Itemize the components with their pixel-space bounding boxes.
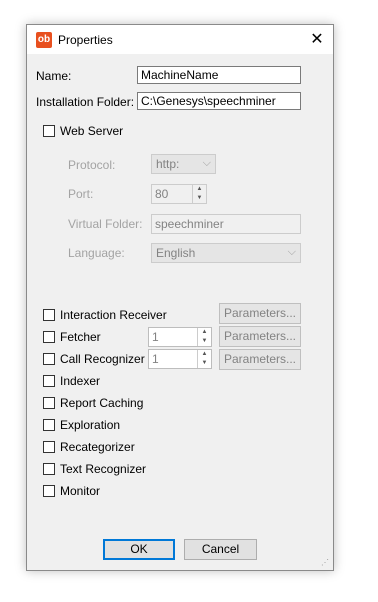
call-recognizer-stepper[interactable]: 1 ▲ ▼ (148, 349, 212, 369)
interaction-receiver-parameters-button[interactable]: Parameters... (219, 303, 301, 324)
cancel-button[interactable]: Cancel (184, 539, 257, 560)
fetcher-count: 1 (152, 330, 159, 344)
indexer-checkbox[interactable] (43, 375, 55, 387)
monitor-label: Monitor (60, 484, 101, 498)
recategorizer-label: Recategorizer (60, 440, 135, 454)
fetcher-stepper[interactable]: 1 ▲ ▼ (148, 327, 212, 347)
installation-folder-label: Installation Folder: (36, 95, 135, 109)
language-value: English (156, 246, 196, 260)
language-label: Language: (68, 246, 125, 260)
exploration-checkbox[interactable] (43, 419, 55, 431)
properties-dialog: ob Properties ✕ Name: MachineName Instal… (26, 24, 334, 571)
recategorizer-checkbox[interactable] (43, 441, 55, 453)
call-recognizer-label: Call Recognizer (60, 352, 145, 366)
installation-folder-field[interactable]: C:\Genesys\speechminer (137, 92, 301, 110)
exploration-label: Exploration (60, 418, 121, 432)
window-title: Properties (58, 33, 113, 47)
call-recognizer-checkbox[interactable] (43, 353, 55, 365)
fetcher-checkbox[interactable] (43, 331, 55, 343)
chevron-down-icon: ⌵ (287, 246, 296, 258)
chevron-down-icon: ⌵ (202, 157, 211, 169)
text-recognizer-label: Text Recognizer (60, 462, 147, 476)
web-server-label: Web Server (60, 124, 124, 138)
ok-button[interactable]: OK (103, 539, 175, 560)
protocol-label: Protocol: (68, 158, 116, 172)
protocol-select[interactable]: http: ⌵ (151, 154, 216, 174)
report-caching-label: Report Caching (60, 396, 144, 410)
web-server-checkbox[interactable] (43, 125, 55, 137)
fetcher-label: Fetcher (60, 330, 101, 344)
protocol-value: http: (156, 157, 180, 171)
report-caching-checkbox[interactable] (43, 397, 55, 409)
interaction-receiver-checkbox[interactable] (43, 309, 55, 321)
name-field[interactable]: MachineName (137, 66, 301, 84)
monitor-checkbox[interactable] (43, 485, 55, 497)
text-recognizer-checkbox[interactable] (43, 463, 55, 475)
fetcher-parameters-button[interactable]: Parameters... (219, 326, 301, 347)
call-recognizer-parameters-button[interactable]: Parameters... (219, 349, 301, 370)
call-recognizer-count: 1 (152, 352, 159, 366)
spin-arrows-icon[interactable]: ▲ ▼ (197, 328, 211, 346)
language-select[interactable]: English ⌵ (151, 243, 301, 263)
resize-grip-icon[interactable]: ⋰ (321, 558, 331, 568)
indexer-label: Indexer (60, 374, 101, 388)
spin-arrows-icon[interactable]: ▲ ▼ (197, 350, 211, 368)
port-value: 80 (155, 187, 169, 201)
port-stepper[interactable]: 80 ▲ ▼ (151, 184, 207, 204)
title-bar: ob Properties ✕ (27, 25, 333, 54)
virtual-folder-label: Virtual Folder: (68, 217, 143, 231)
app-icon: ob (36, 32, 52, 48)
close-icon[interactable]: ✕ (301, 25, 333, 54)
spin-arrows-icon[interactable]: ▲ ▼ (192, 185, 206, 203)
name-label: Name: (36, 69, 72, 83)
virtual-folder-field[interactable]: speechminer (151, 214, 301, 234)
port-label: Port: (68, 187, 94, 201)
interaction-receiver-label: Interaction Receiver (60, 308, 167, 322)
